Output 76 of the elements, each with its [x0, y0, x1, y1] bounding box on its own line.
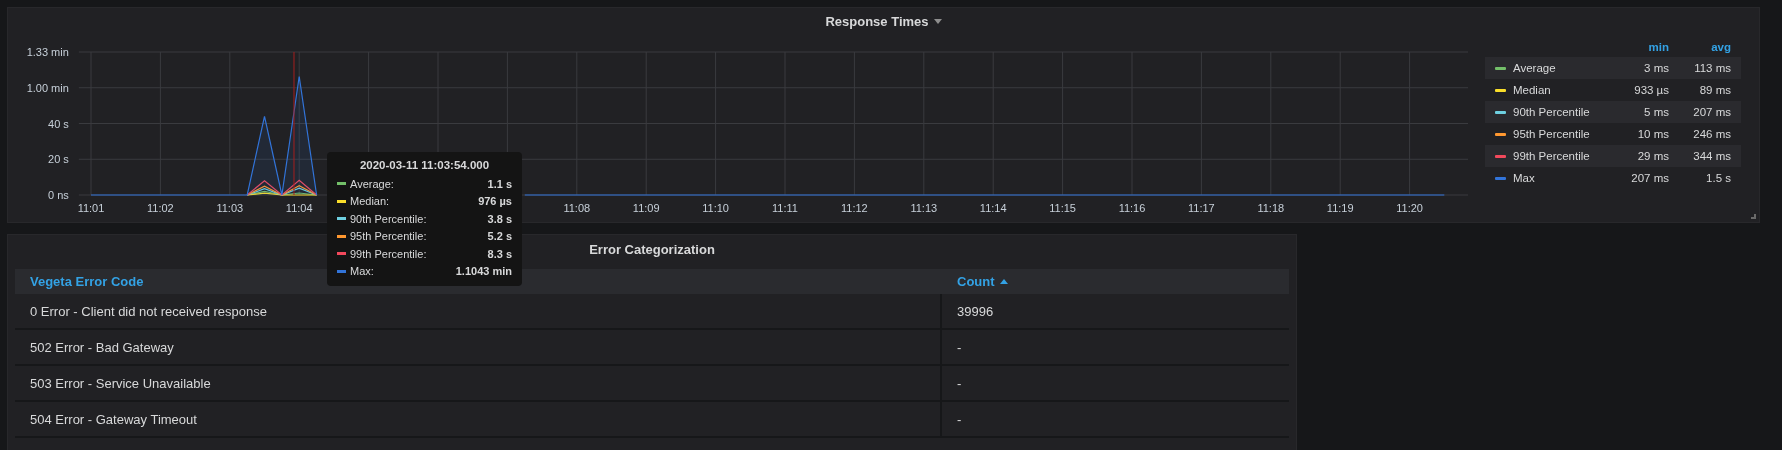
legend-value: 933 µs	[1633, 84, 1669, 96]
tooltip-series-name: Median:	[350, 195, 391, 208]
legend-row[interactable]: 90th Percentile 5 ms 207 ms	[1485, 101, 1741, 123]
table-cell: 504 Error - Gateway Timeout	[15, 402, 942, 436]
x-axis-label: 11:03	[216, 202, 244, 214]
x-axis-label: 11:16	[1118, 202, 1146, 214]
series-name: Max	[1513, 172, 1535, 184]
tooltip-value: 8.3 s	[487, 247, 512, 260]
tooltip-series-name: Max:	[350, 265, 375, 278]
legend-value: 207 ms	[1630, 172, 1669, 184]
sort-up-icon[interactable]	[999, 279, 1008, 284]
legend-row[interactable]: Max 207 ms 1.5 s	[1485, 167, 1741, 189]
tooltip-series-name: 95th Percentile:	[350, 230, 428, 243]
legend-row[interactable]: Average 3 ms 113 ms	[1485, 57, 1741, 79]
series-name: Average	[1513, 62, 1556, 74]
tooltip-time: 2020-03-11 11:03:54.000	[358, 159, 491, 171]
series-name: 99th Percentile	[1513, 150, 1590, 162]
column-header[interactable]: Vegeta Error Code	[30, 274, 144, 289]
legend-row[interactable]: Median 933 µs 89 ms	[1485, 79, 1741, 101]
x-axis-label: 11:02	[147, 202, 174, 214]
x-axis-label: 11:17	[1188, 202, 1215, 214]
legend-value: 344 ms	[1692, 150, 1731, 162]
x-axis-label: 11:20	[1396, 202, 1423, 214]
legend-value: 89 ms	[1698, 84, 1731, 96]
table-cell-text: -	[956, 374, 963, 393]
x-axis-label: 11:04	[285, 202, 313, 214]
column-header[interactable]: Count	[957, 274, 1008, 289]
panel-title[interactable]: Response Times	[825, 13, 929, 29]
x-axis-label: 11:19	[1326, 202, 1354, 214]
legend-value: 3 ms	[1643, 62, 1669, 74]
x-axis-label: 11:11	[772, 202, 798, 214]
tooltip-value: 976 µs	[478, 195, 512, 208]
tooltip-value: 5.2 s	[487, 230, 512, 243]
tooltip-value: 3.8 s	[487, 212, 512, 225]
x-axis-label: 11:15	[1049, 202, 1076, 214]
table-cell: 0 Error - Client did not received response	[15, 294, 942, 328]
tooltip-value: 1.1 s	[487, 177, 512, 190]
tooltip-value: 1.1043 min	[455, 265, 512, 278]
legend-value: 1.5 s	[1705, 172, 1731, 184]
tooltip-series-name: 90th Percentile:	[350, 212, 428, 225]
x-axis-label: 11:01	[77, 202, 105, 214]
y-axis-label: 1.33 min	[26, 46, 69, 58]
y-axis-label: 1.00 min	[26, 81, 69, 94]
caret-icon[interactable]	[933, 18, 942, 24]
x-axis-label: 11:14	[979, 202, 1007, 214]
table-cell: 502 Error - Bad Gateway	[15, 330, 942, 364]
table-cell-text: 39996	[956, 302, 995, 321]
x-axis-label: 11:12	[841, 202, 868, 214]
x-axis-label: 11:18	[1257, 202, 1285, 214]
table-cell-text: -	[956, 410, 963, 429]
resize-handle-icon[interactable]	[1751, 214, 1756, 219]
tooltip-series-name: 99th Percentile:	[350, 247, 428, 260]
legend-row[interactable]: 95th Percentile 10 ms 246 ms	[1485, 123, 1741, 145]
series-name: 90th Percentile	[1513, 106, 1590, 118]
x-axis-label: 11:13	[910, 202, 938, 214]
legend-row[interactable]: 99th Percentile 29 ms 344 ms	[1485, 145, 1741, 167]
legend-column-header[interactable]: avg	[1669, 41, 1731, 53]
table-cell: 503 Error - Service Unavailable	[15, 366, 942, 400]
table-cell-text: -	[956, 338, 963, 357]
legend-column-header[interactable]: min	[1607, 41, 1669, 53]
series-name: 95th Percentile	[1513, 128, 1590, 140]
series-name: Median	[1513, 84, 1551, 96]
y-axis-label: 0 ns	[48, 189, 69, 201]
y-axis-label: 20 s	[48, 153, 69, 166]
legend-value: 113 ms	[1693, 62, 1731, 74]
legend-value: 10 ms	[1636, 128, 1669, 140]
tooltip-series-name: Average:	[350, 177, 395, 190]
panel-title[interactable]: Error Categorization	[589, 241, 715, 257]
legend-value: 29 ms	[1636, 150, 1669, 162]
x-axis-label: 11:09	[632, 202, 660, 214]
y-axis-label: 40 s	[48, 117, 69, 130]
legend-value: 207 ms	[1692, 106, 1731, 118]
x-axis-label: 11:08	[563, 202, 591, 214]
legend-value: 246 ms	[1692, 128, 1731, 140]
x-axis-label: 11:10	[702, 202, 729, 214]
legend-value: 5 ms	[1643, 106, 1669, 118]
